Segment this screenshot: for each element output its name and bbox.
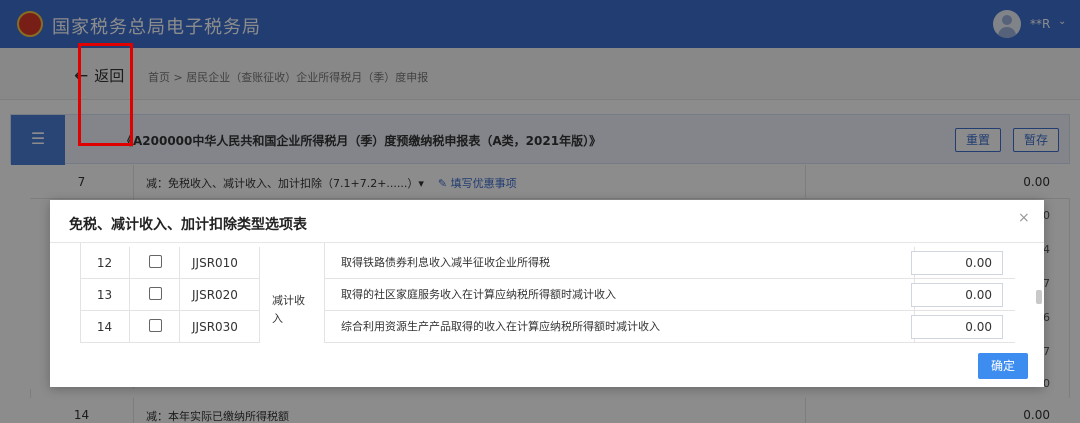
row-number: 14 xyxy=(80,311,130,343)
confirm-button[interactable]: 确定 xyxy=(978,353,1028,379)
row-checkbox[interactable] xyxy=(149,255,162,268)
row-checkbox[interactable] xyxy=(149,287,162,300)
scrollbar-thumb[interactable] xyxy=(1036,290,1042,304)
options-table[interactable]: 12 JJSR010 取得铁路债券利息收入减半征收企业所得税 0.00 13 J… xyxy=(50,242,1044,343)
row-number: 12 xyxy=(80,247,130,279)
row-checkbox[interactable] xyxy=(149,319,162,332)
amount-cell: 0.00 xyxy=(911,279,1015,311)
table-row: 14 JJSR030 综合利用资源生产产品取得的收入在计算应纳税所得额时减计收入… xyxy=(50,311,1044,343)
item-name: 取得的社区家庭服务收入在计算应纳税所得额时减计收入 xyxy=(325,279,915,311)
type-selection-dialog: 免税、减计收入、加计扣除类型选项表 × 12 JJSR010 取得铁路债券利息收… xyxy=(50,200,1044,387)
checkbox-highlight-box xyxy=(78,43,133,146)
category-label: 减计收入 xyxy=(272,294,305,325)
item-code: JJSR010 xyxy=(180,247,260,279)
item-name: 取得铁路债券利息收入减半征收企业所得税 xyxy=(325,247,915,279)
category-cell: 减计收入 xyxy=(260,243,325,343)
page: 国家税务总局电子税务局 **R ⌄ ← 返回 首页 > 居民企业（查账征收）企业所… xyxy=(0,0,1080,423)
table-row: 13 JJSR020 取得的社区家庭服务收入在计算应纳税所得额时减计收入 0.0… xyxy=(50,279,1044,311)
item-code: JJSR020 xyxy=(180,279,260,311)
amount-cell: 0.00 xyxy=(911,311,1015,343)
checkbox-cell xyxy=(130,311,180,343)
checkbox-cell xyxy=(130,247,180,279)
item-name: 综合利用资源生产产品取得的收入在计算应纳税所得额时减计收入 xyxy=(325,311,915,343)
amount-input[interactable]: 0.00 xyxy=(911,251,1003,275)
table-row: 12 JJSR010 取得铁路债券利息收入减半征收企业所得税 0.00 xyxy=(50,247,1044,279)
amount-input[interactable]: 0.00 xyxy=(911,283,1003,307)
checkbox-cell xyxy=(130,279,180,311)
dialog-title: 免税、减计收入、加计扣除类型选项表 xyxy=(69,217,307,233)
close-icon[interactable]: × xyxy=(1018,210,1030,226)
amount-input[interactable]: 0.00 xyxy=(911,315,1003,339)
amount-cell: 0.00 xyxy=(911,247,1015,279)
item-code: JJSR030 xyxy=(180,311,260,343)
row-number: 13 xyxy=(80,279,130,311)
